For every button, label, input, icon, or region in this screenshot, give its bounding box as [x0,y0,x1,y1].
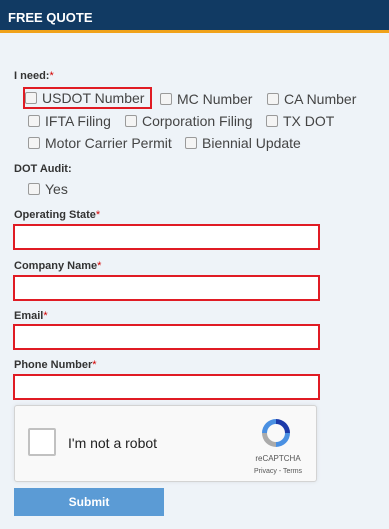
need-label: I need:* [14,70,54,82]
option-biennial-update[interactable]: Biennial Update [185,134,301,152]
checkbox[interactable] [28,115,40,127]
option-ifta-filing[interactable]: IFTA Filing [28,112,111,130]
email-label: Email* [14,310,48,322]
option-corporation-filing[interactable]: Corporation Filing [125,112,253,130]
terms-link[interactable]: Terms [283,468,302,475]
option-tx-dot[interactable]: TX DOT [266,112,334,130]
option-dot-audit-yes[interactable]: Yes [28,180,68,198]
checkbox[interactable] [28,183,40,195]
company-name-input[interactable] [13,275,320,301]
checkbox[interactable] [267,93,279,105]
required-mark: * [43,310,48,322]
checkbox[interactable] [28,137,40,149]
email-input[interactable] [13,324,320,350]
recaptcha-links: Privacy - Terms [253,468,303,475]
checkbox[interactable] [160,93,172,105]
company-name-label: Company Name* [14,260,102,272]
form-header: FREE QUOTE [0,0,389,33]
required-mark: * [95,209,101,221]
dot-audit-label: DOT Audit: [14,163,72,175]
required-mark: * [49,70,54,82]
recaptcha-label: I'm not a robot [68,435,158,451]
required-mark: * [97,260,102,272]
option-motor-carrier-permit[interactable]: Motor Carrier Permit [28,134,172,152]
checkbox[interactable] [125,115,137,127]
privacy-link[interactable]: Privacy [254,468,277,475]
checkbox[interactable] [25,92,37,104]
checkbox[interactable] [185,137,197,149]
option-ca-number[interactable]: CA Number [267,90,356,108]
recaptcha-logo-icon [262,419,290,447]
submit-button[interactable]: Submit [14,488,164,516]
option-usdot-number[interactable]: USDOT Number [23,87,152,109]
recaptcha-widget: I'm not a robot reCAPTCHA Privacy - Term… [14,405,317,482]
operating-state-input[interactable] [13,224,320,250]
recaptcha-checkbox[interactable] [28,428,56,456]
recaptcha-brand: reCAPTCHA [255,454,301,463]
header-title: FREE QUOTE [8,10,93,25]
required-mark: * [92,359,97,371]
phone-number-input[interactable] [13,374,320,400]
phone-number-label: Phone Number* [14,359,97,371]
operating-state-label: Operating State* [14,209,101,221]
option-mc-number[interactable]: MC Number [160,90,252,108]
checkbox[interactable] [266,115,278,127]
